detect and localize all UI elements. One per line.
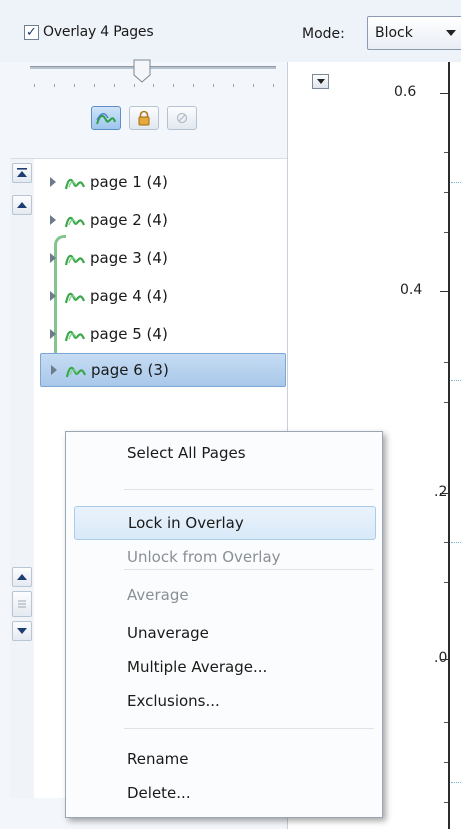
y-major-tick	[440, 659, 448, 660]
menu-item-lock-in-overlay[interactable]: Lock in Overlay	[74, 506, 376, 540]
y-major-tick	[440, 93, 448, 94]
overlay-checkbox[interactable]: ✓	[24, 24, 39, 40]
gridline	[451, 380, 461, 381]
unlock-icon	[176, 112, 187, 124]
slider-thumb[interactable]	[132, 59, 152, 83]
page-wave-icon	[64, 216, 86, 228]
page-wave-icon	[64, 330, 86, 342]
page-row[interactable]: page 5 (4)	[40, 317, 286, 351]
y-tick-label: .0	[434, 650, 448, 666]
page-wave-icon	[64, 292, 86, 304]
overlay-slider[interactable]	[30, 59, 276, 83]
page-wave-icon	[64, 254, 86, 266]
chevron-down-icon	[17, 628, 27, 634]
page-row[interactable]: page 3 (4)	[40, 241, 286, 275]
vertical-scrollbar[interactable]	[10, 159, 34, 799]
chevron-down-icon	[446, 30, 456, 36]
page-label: page 1 (4)	[90, 173, 168, 191]
menu-item-multiple-average[interactable]: Multiple Average...	[74, 650, 376, 684]
page-label: page 2 (4)	[90, 211, 168, 229]
grip-icon	[18, 600, 26, 608]
scroll-grip[interactable]	[12, 591, 32, 617]
y-major-tick	[440, 493, 448, 494]
menu-item-rename[interactable]: Rename	[74, 742, 376, 776]
y-minor-tick	[444, 722, 448, 723]
y-axis	[448, 62, 450, 829]
menu-separator	[124, 569, 374, 570]
y-tick-label: 0.6	[394, 84, 417, 100]
y-minor-tick	[444, 542, 448, 543]
page-label: page 3 (4)	[90, 249, 168, 267]
overlay-wave-icon	[95, 113, 116, 125]
expand-triangle-icon[interactable]	[51, 365, 57, 375]
menu-separator	[124, 728, 374, 729]
overlay-mode-button[interactable]	[90, 106, 121, 130]
y-major-tick	[440, 291, 448, 292]
overlay-checkbox-group[interactable]: ✓ Overlay 4 Pages	[24, 24, 154, 40]
scroll-top-button[interactable]	[12, 163, 32, 183]
mode-select-value: Block	[375, 25, 413, 41]
gridline	[451, 182, 461, 183]
y-minor-tick	[444, 362, 448, 363]
page-row[interactable]: page 4 (4)	[40, 279, 286, 313]
lock-icon	[138, 110, 149, 126]
y-tick-label: .2	[434, 484, 448, 500]
menu-item-select-all-pages[interactable]: Select All Pages	[74, 436, 376, 470]
menu-item-delete[interactable]: Delete...	[74, 776, 376, 810]
y-minor-tick	[444, 192, 448, 193]
overlay-label[interactable]: Overlay 4 Pages	[43, 24, 154, 40]
scroll-page-up-button[interactable]	[12, 567, 32, 587]
page-row[interactable]: page 2 (4)	[40, 203, 286, 237]
chevron-up-icon	[17, 202, 27, 208]
overlay-toolbar	[0, 106, 287, 140]
expand-triangle-icon[interactable]	[50, 177, 56, 187]
y-minor-tick	[444, 582, 448, 583]
gridline	[451, 782, 461, 783]
scroll-to-top-icon	[17, 168, 27, 177]
page-label: page 4 (4)	[90, 287, 168, 305]
slider-ticks	[34, 84, 274, 88]
gridline	[451, 542, 461, 543]
y-minor-tick	[444, 762, 448, 763]
scroll-up-button[interactable]	[12, 195, 32, 215]
unlock-button[interactable]	[166, 106, 197, 130]
page-row[interactable]: page 6 (3)	[40, 353, 286, 387]
y-minor-tick	[444, 152, 448, 153]
y-tick-label: 0.4	[400, 282, 423, 298]
context-menu: Select All Pages Lock in Overlay Unlock fr…	[65, 431, 383, 818]
page-label: page 6 (3)	[91, 361, 169, 379]
expand-triangle-icon[interactable]	[50, 291, 56, 301]
y-minor-tick	[444, 802, 448, 803]
chart-options-button[interactable]	[312, 74, 329, 89]
menu-item-unaverage[interactable]: Unaverage	[74, 616, 376, 650]
menu-item-average[interactable]: Average	[74, 578, 376, 612]
scroll-down-button[interactable]	[12, 621, 32, 641]
page-label: page 5 (4)	[90, 325, 168, 343]
lock-button[interactable]	[128, 106, 159, 130]
expand-triangle-icon[interactable]	[50, 253, 56, 263]
page-wave-icon	[65, 366, 87, 378]
top-bar: ✓ Overlay 4 Pages Mode: Block	[0, 0, 461, 62]
page-wave-icon	[64, 178, 86, 190]
menu-item-exclusions[interactable]: Exclusions...	[74, 684, 376, 718]
mode-label: Mode:	[302, 26, 345, 42]
mode-select[interactable]: Block	[367, 16, 461, 50]
y-minor-tick	[444, 232, 448, 233]
y-minor-tick	[444, 402, 448, 403]
page-row[interactable]: page 1 (4)	[40, 165, 286, 199]
chevron-up-icon	[17, 574, 27, 580]
expand-triangle-icon[interactable]	[50, 329, 56, 339]
expand-triangle-icon[interactable]	[50, 215, 56, 225]
menu-separator	[124, 489, 374, 490]
